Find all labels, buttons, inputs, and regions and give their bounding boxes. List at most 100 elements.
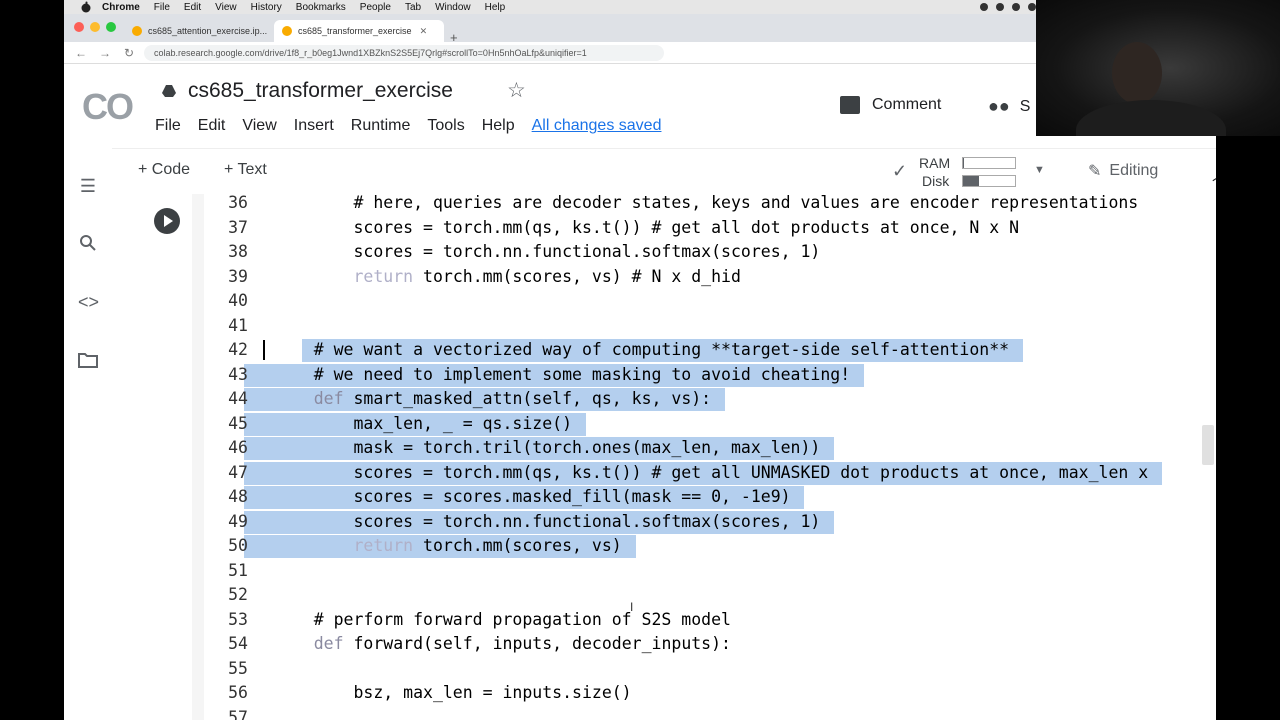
vertical-scrollbar[interactable] — [1202, 425, 1214, 465]
tab-transformer-exercise[interactable]: cs685_transformer_exercise ✕ — [274, 20, 444, 42]
line-number: 52 — [228, 585, 248, 604]
code-text[interactable]: # we want a vectorized way of computing … — [274, 338, 1009, 363]
mac-menu-window[interactable]: Window — [435, 2, 471, 13]
menu-file[interactable]: File — [155, 117, 181, 135]
code-line[interactable]: 49 scores = torch.nn.functional.softmax(… — [204, 510, 1216, 535]
code-text[interactable]: # we need to implement some masking to a… — [274, 363, 850, 388]
close-tab-icon[interactable]: ✕ — [420, 26, 428, 37]
menu-runtime[interactable]: Runtime — [351, 117, 411, 135]
code-text[interactable]: def forward(self, inputs, decoder_inputs… — [274, 632, 731, 657]
forward-icon[interactable]: → — [98, 46, 112, 60]
line-number: 49 — [228, 511, 248, 531]
tab-attention-exercise[interactable]: cs685_attention_exercise.ip... ✕ — [124, 20, 272, 42]
resources-dropdown-icon[interactable]: ▼ — [1034, 164, 1045, 176]
code-line[interactable]: 42 # we want a vectorized way of computi… — [204, 338, 1216, 363]
tab-label: cs685_transformer_exercise — [298, 26, 412, 36]
status-icon[interactable] — [1028, 3, 1036, 11]
mac-menu-tab[interactable]: Tab — [405, 2, 421, 13]
collapse-header-icon[interactable]: ︿ — [1212, 161, 1216, 185]
editing-mode-button[interactable]: ✎ Editing — [1088, 161, 1158, 181]
code-line[interactable]: 43 # we need to implement some masking t… — [204, 363, 1216, 388]
code-cell[interactable]: 36 # here, queries are decoder states, k… — [112, 191, 1216, 720]
code-snippets-icon[interactable]: <> — [78, 292, 99, 313]
code-editor[interactable]: 36 # here, queries are decoder states, k… — [204, 191, 1216, 720]
code-line[interactable]: 52 — [204, 583, 1216, 608]
code-text[interactable]: mask = torch.tril(torch.ones(max_len, ma… — [274, 436, 820, 461]
notebook-title[interactable]: cs685_transformer_exercise — [188, 79, 453, 103]
code-line[interactable]: 46 mask = torch.tril(torch.ones(max_len,… — [204, 436, 1216, 461]
colab-favicon-icon — [132, 26, 142, 36]
code-text[interactable]: max_len, _ = qs.size() — [274, 412, 572, 437]
share-button[interactable]: ●● S — [988, 96, 1030, 117]
add-code-button[interactable]: + Code — [138, 161, 190, 179]
mac-menu-bookmarks[interactable]: Bookmarks — [296, 2, 346, 13]
comment-button[interactable]: Comment — [840, 96, 941, 114]
code-line[interactable]: 55 — [204, 657, 1216, 682]
notebook-toolbar: + Code + Text ✓ RAM Disk ▼ ✎ Editing ︿ — [112, 148, 1216, 194]
minimize-window-icon[interactable] — [90, 22, 100, 32]
code-text[interactable]: bsz, max_len = inputs.size() — [274, 681, 631, 706]
code-line[interactable]: 57 — [204, 706, 1216, 720]
code-line[interactable]: 51 — [204, 559, 1216, 584]
code-text[interactable]: return torch.mm(scores, vs) — [274, 534, 621, 559]
menu-insert[interactable]: Insert — [294, 117, 334, 135]
apple-icon[interactable] — [80, 1, 92, 13]
code-text[interactable]: # here, queries are decoder states, keys… — [274, 191, 1138, 216]
files-icon[interactable] — [78, 352, 98, 373]
code-line[interactable]: 54 def forward(self, inputs, decoder_inp… — [204, 632, 1216, 657]
status-icon[interactable] — [996, 3, 1004, 11]
mac-menu-history[interactable]: History — [251, 2, 282, 13]
code-line[interactable]: 56 bsz, max_len = inputs.size() — [204, 681, 1216, 706]
toc-icon[interactable]: ☰ — [78, 176, 98, 197]
code-text[interactable]: scores = torch.nn.functional.softmax(sco… — [274, 510, 820, 535]
save-status-link[interactable]: All changes saved — [532, 117, 662, 135]
menu-edit[interactable]: Edit — [198, 117, 226, 135]
menu-view[interactable]: View — [242, 117, 276, 135]
run-cell-button[interactable] — [154, 208, 180, 234]
search-icon[interactable] — [78, 234, 98, 257]
code-text[interactable]: scores = scores.masked_fill(mask == 0, -… — [274, 485, 790, 510]
mac-menu-edit[interactable]: Edit — [184, 2, 201, 13]
comment-label: Comment — [872, 96, 942, 113]
maximize-window-icon[interactable] — [106, 22, 116, 32]
mac-menu-view[interactable]: View — [215, 2, 237, 13]
code-line[interactable]: 36 # here, queries are decoder states, k… — [204, 191, 1216, 216]
menu-help[interactable]: Help — [482, 117, 515, 135]
back-icon[interactable]: ← — [74, 46, 88, 60]
code-text[interactable]: return torch.mm(scores, vs) # N x d_hid — [274, 265, 740, 290]
disk-meter[interactable] — [962, 175, 1016, 187]
code-text[interactable]: scores = torch.mm(qs, ks.t()) # get all … — [274, 461, 1148, 486]
code-line[interactable]: 44 def smart_masked_attn(self, qs, ks, v… — [204, 387, 1216, 412]
status-icon[interactable] — [1012, 3, 1020, 11]
url-field[interactable]: colab.research.google.com/drive/1f8_r_b0… — [144, 44, 664, 61]
code-line[interactable]: 48 scores = scores.masked_fill(mask == 0… — [204, 485, 1216, 510]
code-line[interactable]: 47 scores = torch.mm(qs, ks.t()) # get a… — [204, 461, 1216, 486]
code-line[interactable]: 40 — [204, 289, 1216, 314]
code-line[interactable]: 50 return torch.mm(scores, vs) — [204, 534, 1216, 559]
code-line[interactable]: 45 max_len, _ = qs.size() — [204, 412, 1216, 437]
code-line[interactable]: 39 return torch.mm(scores, vs) # N x d_h… — [204, 265, 1216, 290]
ram-meter[interactable] — [962, 157, 1016, 169]
mac-menu-file[interactable]: File — [154, 2, 170, 13]
code-text[interactable]: # perform forward propagation of S2S mod… — [274, 608, 731, 633]
code-line[interactable]: 41 — [204, 314, 1216, 339]
code-text[interactable]: scores = torch.nn.functional.softmax(sco… — [274, 240, 820, 265]
mac-menu-help[interactable]: Help — [485, 2, 506, 13]
reload-icon[interactable]: ↻ — [122, 46, 136, 60]
star-icon[interactable]: ☆ — [507, 78, 526, 103]
close-window-icon[interactable] — [74, 22, 84, 32]
code-line[interactable]: 37 scores = torch.mm(qs, ks.t()) # get a… — [204, 216, 1216, 241]
mac-menu-chrome[interactable]: Chrome — [102, 2, 140, 13]
colab-logo[interactable]: CO — [82, 86, 134, 128]
code-text[interactable]: def smart_masked_attn(self, qs, ks, vs): — [274, 387, 711, 412]
status-icon[interactable] — [980, 3, 988, 11]
code-line[interactable]: 38 scores = torch.nn.functional.softmax(… — [204, 240, 1216, 265]
menu-tools[interactable]: Tools — [427, 117, 464, 135]
line-number: 56 — [228, 683, 248, 702]
mac-menu-people[interactable]: People — [360, 2, 391, 13]
code-text[interactable]: scores = torch.mm(qs, ks.t()) # get all … — [274, 216, 1019, 241]
add-text-button[interactable]: + Text — [224, 161, 267, 179]
drive-icon[interactable] — [162, 84, 176, 98]
code-line[interactable]: 53 # perform forward propagation of S2S … — [204, 608, 1216, 633]
presenter-head — [1112, 42, 1162, 104]
